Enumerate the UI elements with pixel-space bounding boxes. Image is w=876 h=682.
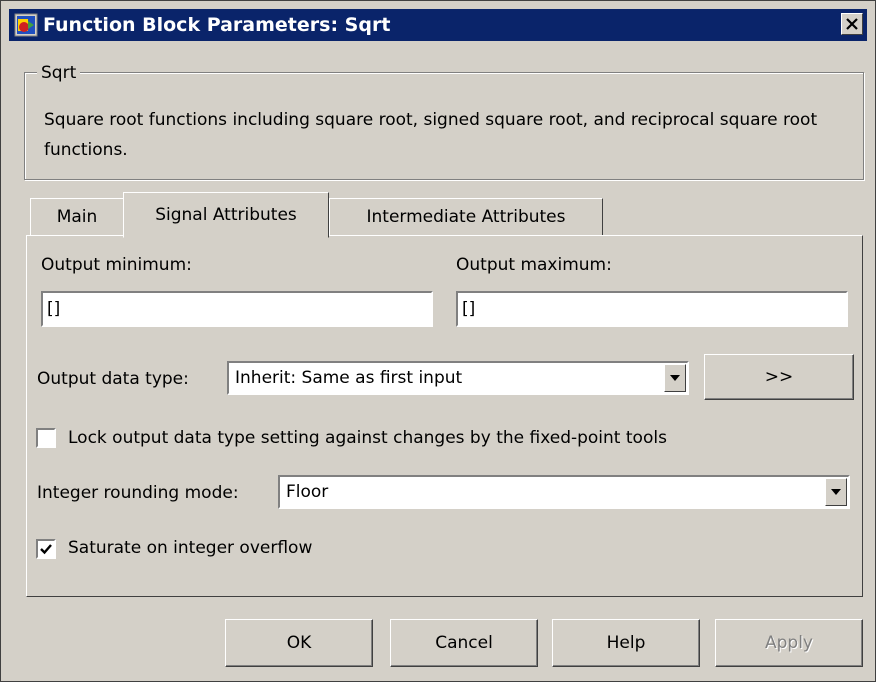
- groupbox-legend: Sqrt: [37, 62, 81, 84]
- tab-panel: [26, 235, 863, 597]
- cancel-button[interactable]: Cancel: [390, 619, 538, 667]
- tab-main[interactable]: Main: [30, 198, 124, 236]
- title-bar[interactable]: Function Block Parameters: Sqrt: [9, 9, 867, 41]
- window-title: Function Block Parameters: Sqrt: [43, 14, 391, 36]
- close-icon: [846, 18, 858, 30]
- simulink-block-icon: [14, 13, 38, 37]
- help-button[interactable]: Help: [552, 619, 700, 667]
- ok-button[interactable]: OK: [225, 619, 373, 667]
- tab-signal-attributes[interactable]: Signal Attributes: [123, 192, 329, 238]
- close-button[interactable]: [841, 13, 863, 35]
- block-description: Square root functions including square r…: [44, 110, 818, 160]
- apply-button[interactable]: Apply: [715, 619, 863, 667]
- dialog-window: Function Block Parameters: Sqrt Sqrt Squ…: [0, 0, 876, 682]
- tab-intermediate-attributes[interactable]: Intermediate Attributes: [329, 198, 603, 236]
